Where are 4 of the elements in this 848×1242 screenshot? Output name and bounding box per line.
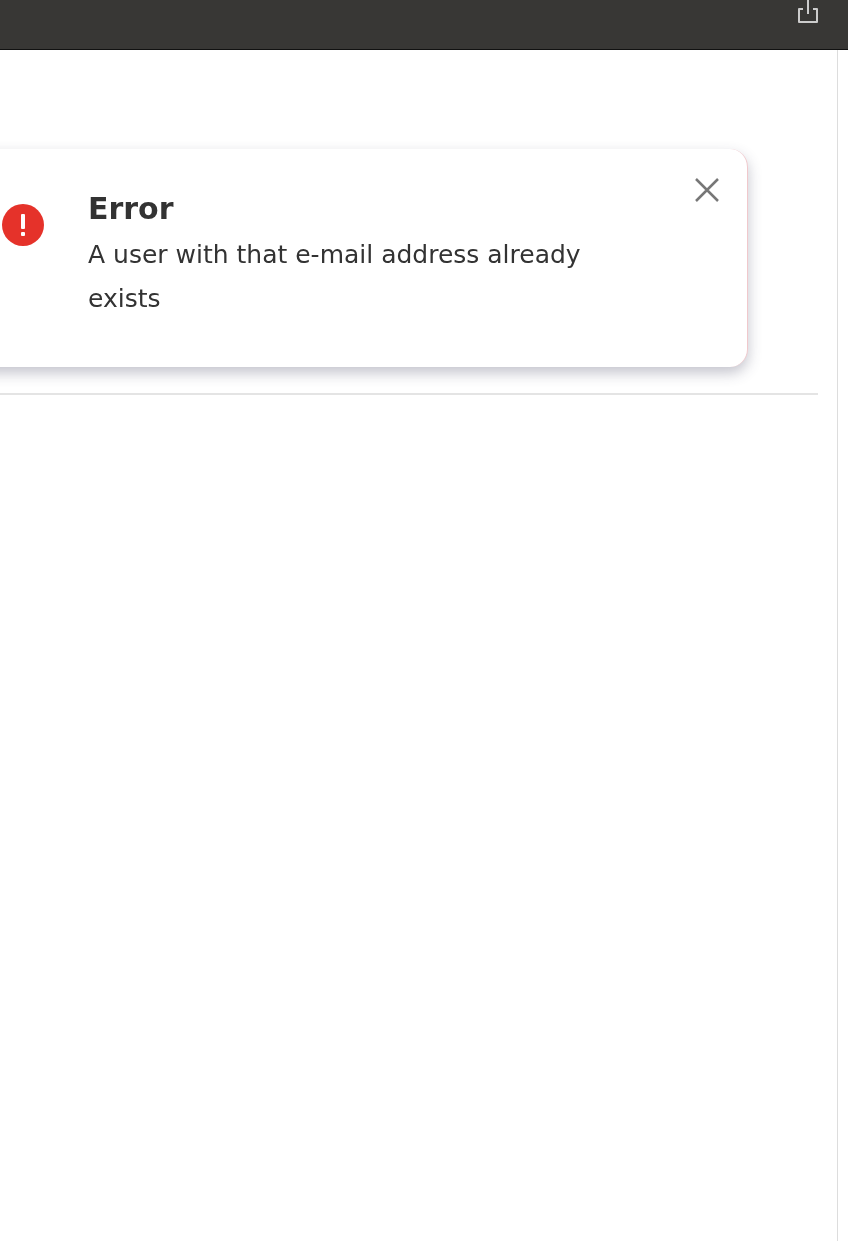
close-icon[interactable]	[694, 177, 720, 203]
toast-title: Error	[88, 191, 175, 227]
share-icon[interactable]	[795, 0, 821, 24]
toast-message: A user with that e-mail address already exists	[88, 239, 582, 315]
